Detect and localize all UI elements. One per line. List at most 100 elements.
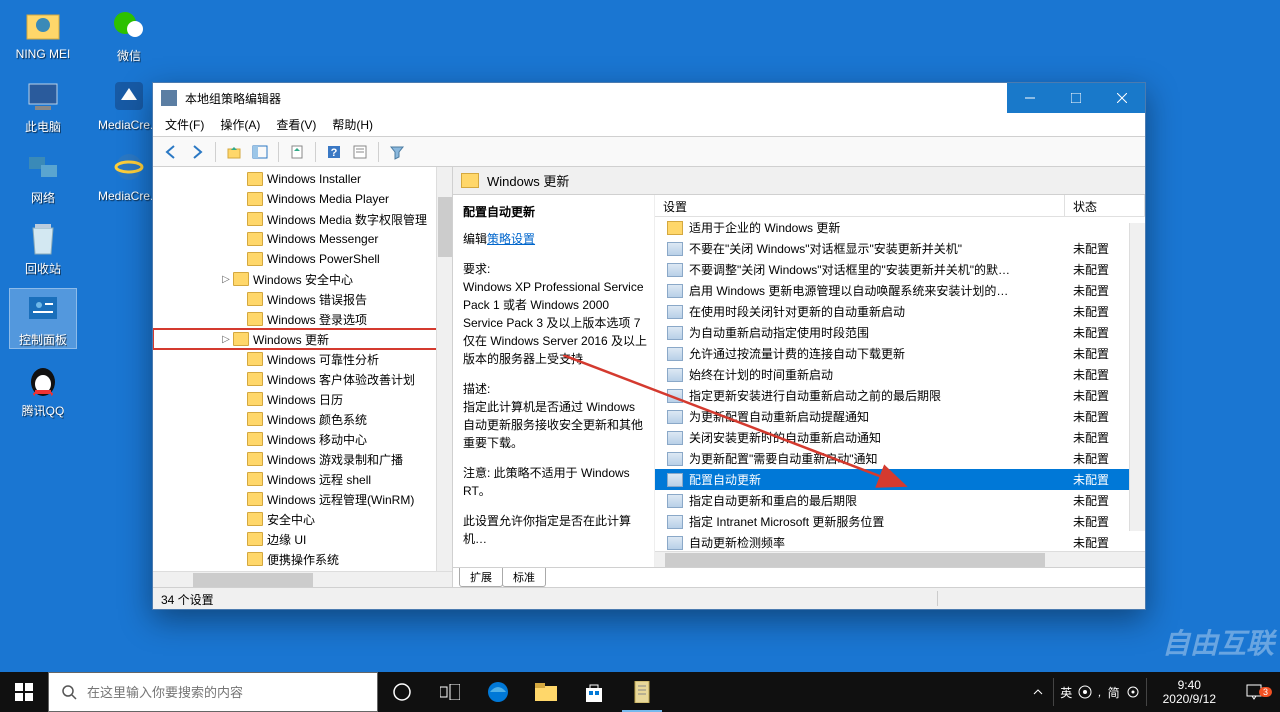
column-setting[interactable]: 设置 [655, 195, 1065, 216]
tree-item[interactable]: ▷Windows 更新 [153, 329, 452, 349]
tree-vertical-scrollbar[interactable] [436, 167, 452, 571]
policy-row[interactable]: 启用 Windows 更新电源管理以自动唤醒系统来安装计划的…未配置 [655, 280, 1145, 301]
desktop-icon-qq[interactable]: 腾讯QQ [10, 360, 76, 419]
titlebar[interactable]: 本地组策略编辑器 [153, 83, 1145, 113]
tree-item[interactable]: 便携操作系统 [153, 549, 452, 569]
menu-view[interactable]: 查看(V) [270, 114, 322, 135]
folder-icon [247, 432, 263, 446]
policy-row[interactable]: 适用于企业的 Windows 更新 [655, 217, 1145, 238]
policy-row[interactable]: 始终在计划的时间重新启动未配置 [655, 364, 1145, 385]
task-edge[interactable] [474, 672, 522, 712]
expand-arrow-icon[interactable]: ▷ [219, 274, 233, 285]
tree-item[interactable]: 安全中心 [153, 509, 452, 529]
policy-row[interactable]: 关闭安装更新时的自动重新启动通知未配置 [655, 427, 1145, 448]
policy-row[interactable]: 不要调整"关闭 Windows"对话框里的"安装更新并关机"的默…未配置 [655, 259, 1145, 280]
tree-item[interactable]: Windows 日历 [153, 389, 452, 409]
desktop-icon-wechat[interactable]: 微信 [96, 5, 162, 64]
search-input[interactable] [87, 685, 365, 700]
gpedit-window: 本地组策略编辑器 文件(F) 操作(A) 查看(V) 帮助(H) ? [152, 82, 1146, 610]
desktop-icon-thispc[interactable]: 此电脑 [10, 76, 76, 135]
tree-item[interactable]: Windows Media Player [153, 189, 452, 209]
tree-item[interactable]: Windows 远程管理(WinRM) [153, 489, 452, 509]
back-button[interactable] [159, 140, 183, 164]
clock[interactable]: 9:40 2020/9/12 [1157, 678, 1222, 707]
tree-scroll[interactable]: Windows InstallerWindows Media PlayerWin… [153, 167, 452, 571]
tree-item[interactable]: Windows 客户体验改善计划 [153, 369, 452, 389]
tab-standard[interactable]: 标准 [502, 568, 546, 587]
tree-item[interactable]: Windows 移动中心 [153, 429, 452, 449]
ime-settings-icon [1126, 685, 1140, 699]
policy-row-selected[interactable]: 配置自动更新未配置 [655, 469, 1145, 490]
task-cortana[interactable] [378, 672, 426, 712]
tree-horizontal-scrollbar[interactable] [153, 571, 452, 587]
export-button[interactable] [285, 140, 309, 164]
notifications-button[interactable]: 3 [1232, 683, 1276, 701]
maximize-button[interactable] [1053, 83, 1099, 113]
tree-item-label: Windows Installer [267, 172, 361, 186]
minimize-button[interactable] [1007, 83, 1053, 113]
policy-text: 为更新配置自动重新启动提醒通知 [689, 408, 1065, 425]
expand-arrow-icon[interactable]: ▷ [219, 334, 233, 345]
tree-item[interactable]: Windows Media 数字权限管理 [153, 209, 452, 229]
up-button[interactable] [222, 140, 246, 164]
desktop-icon-network[interactable]: 网络 [10, 147, 76, 206]
qq-icon [25, 360, 61, 400]
menu-file[interactable]: 文件(F) [159, 114, 210, 135]
tree-item[interactable]: ▷Windows 安全中心 [153, 269, 452, 289]
control-panel-icon [25, 291, 61, 327]
tree-item[interactable]: Windows Messenger [153, 229, 452, 249]
tree-item[interactable]: Windows Installer [153, 169, 452, 189]
gpedit-icon [633, 681, 651, 703]
policy-row[interactable]: 指定自动更新和重启的最后期限未配置 [655, 490, 1145, 511]
taskbar: 英 , 简 9:40 2020/9/12 3 [0, 672, 1280, 712]
tree-item[interactable]: Windows 登录选项 [153, 309, 452, 329]
network-icon [25, 149, 61, 185]
start-button[interactable] [0, 672, 48, 712]
tree-item[interactable]: Windows 可靠性分析 [153, 349, 452, 369]
policy-row[interactable]: 自动更新检测频率未配置 [655, 532, 1145, 551]
tree-item[interactable]: Windows 远程 shell [153, 469, 452, 489]
policy-row[interactable]: 为自动重新启动指定使用时段范围未配置 [655, 322, 1145, 343]
policy-row[interactable]: 不要在"关闭 Windows"对话框显示"安装更新并关机"未配置 [655, 238, 1145, 259]
policy-rows[interactable]: 适用于企业的 Windows 更新不要在"关闭 Windows"对话框显示"安装… [655, 217, 1145, 551]
policy-row[interactable]: 指定更新安装进行自动重新启动之前的最后期限未配置 [655, 385, 1145, 406]
tree-item[interactable]: Windows 错误报告 [153, 289, 452, 309]
svg-text:?: ? [331, 147, 338, 159]
desktop-icon-recycle[interactable]: 回收站 [10, 218, 76, 277]
forward-button[interactable] [185, 140, 209, 164]
task-gpedit[interactable] [618, 672, 666, 712]
menu-action[interactable]: 操作(A) [214, 114, 266, 135]
details-header: Windows 更新 [453, 167, 1145, 195]
search-box[interactable] [48, 672, 378, 712]
policy-row[interactable]: 为更新配置自动重新启动提醒通知未配置 [655, 406, 1145, 427]
filter-button[interactable] [385, 140, 409, 164]
policy-row[interactable]: 允许通过按流量计费的连接自动下载更新未配置 [655, 343, 1145, 364]
column-state[interactable]: 状态 [1065, 195, 1145, 216]
close-button[interactable] [1099, 83, 1145, 113]
menu-help[interactable]: 帮助(H) [326, 114, 379, 135]
policy-row[interactable]: 在使用时段关闭针对更新的自动重新启动未配置 [655, 301, 1145, 322]
desktop-icon-user[interactable]: NING MEI [10, 5, 76, 64]
ime-indicator[interactable]: 英 , 简 [1053, 678, 1146, 706]
task-view[interactable] [426, 672, 474, 712]
policy-row[interactable]: 为更新配置"需要自动重新启动"通知未配置 [655, 448, 1145, 469]
properties-button[interactable] [348, 140, 372, 164]
tree-item[interactable]: Windows PowerShell [153, 249, 452, 269]
list-horizontal-scrollbar[interactable] [655, 551, 1145, 567]
help-button[interactable]: ? [322, 140, 346, 164]
column-headers[interactable]: 设置 状态 [655, 195, 1145, 217]
file-explorer-icon [535, 683, 557, 701]
tree-item[interactable]: Windows 颜色系统 [153, 409, 452, 429]
edit-policy-link[interactable]: 策略设置 [487, 232, 535, 246]
tree-item[interactable]: Windows 游戏录制和广播 [153, 449, 452, 469]
tray-chevron[interactable] [1033, 687, 1043, 697]
list-vertical-scrollbar[interactable] [1129, 223, 1145, 531]
task-store[interactable] [570, 672, 618, 712]
tab-extended[interactable]: 扩展 [459, 568, 503, 587]
show-hide-tree-button[interactable] [248, 140, 272, 164]
tree-item[interactable]: 边缘 UI [153, 529, 452, 549]
desktop-icon-controlpanel[interactable]: 控制面板 [10, 289, 76, 348]
ime-icon [1078, 685, 1092, 699]
task-explorer[interactable] [522, 672, 570, 712]
policy-row[interactable]: 指定 Intranet Microsoft 更新服务位置未配置 [655, 511, 1145, 532]
